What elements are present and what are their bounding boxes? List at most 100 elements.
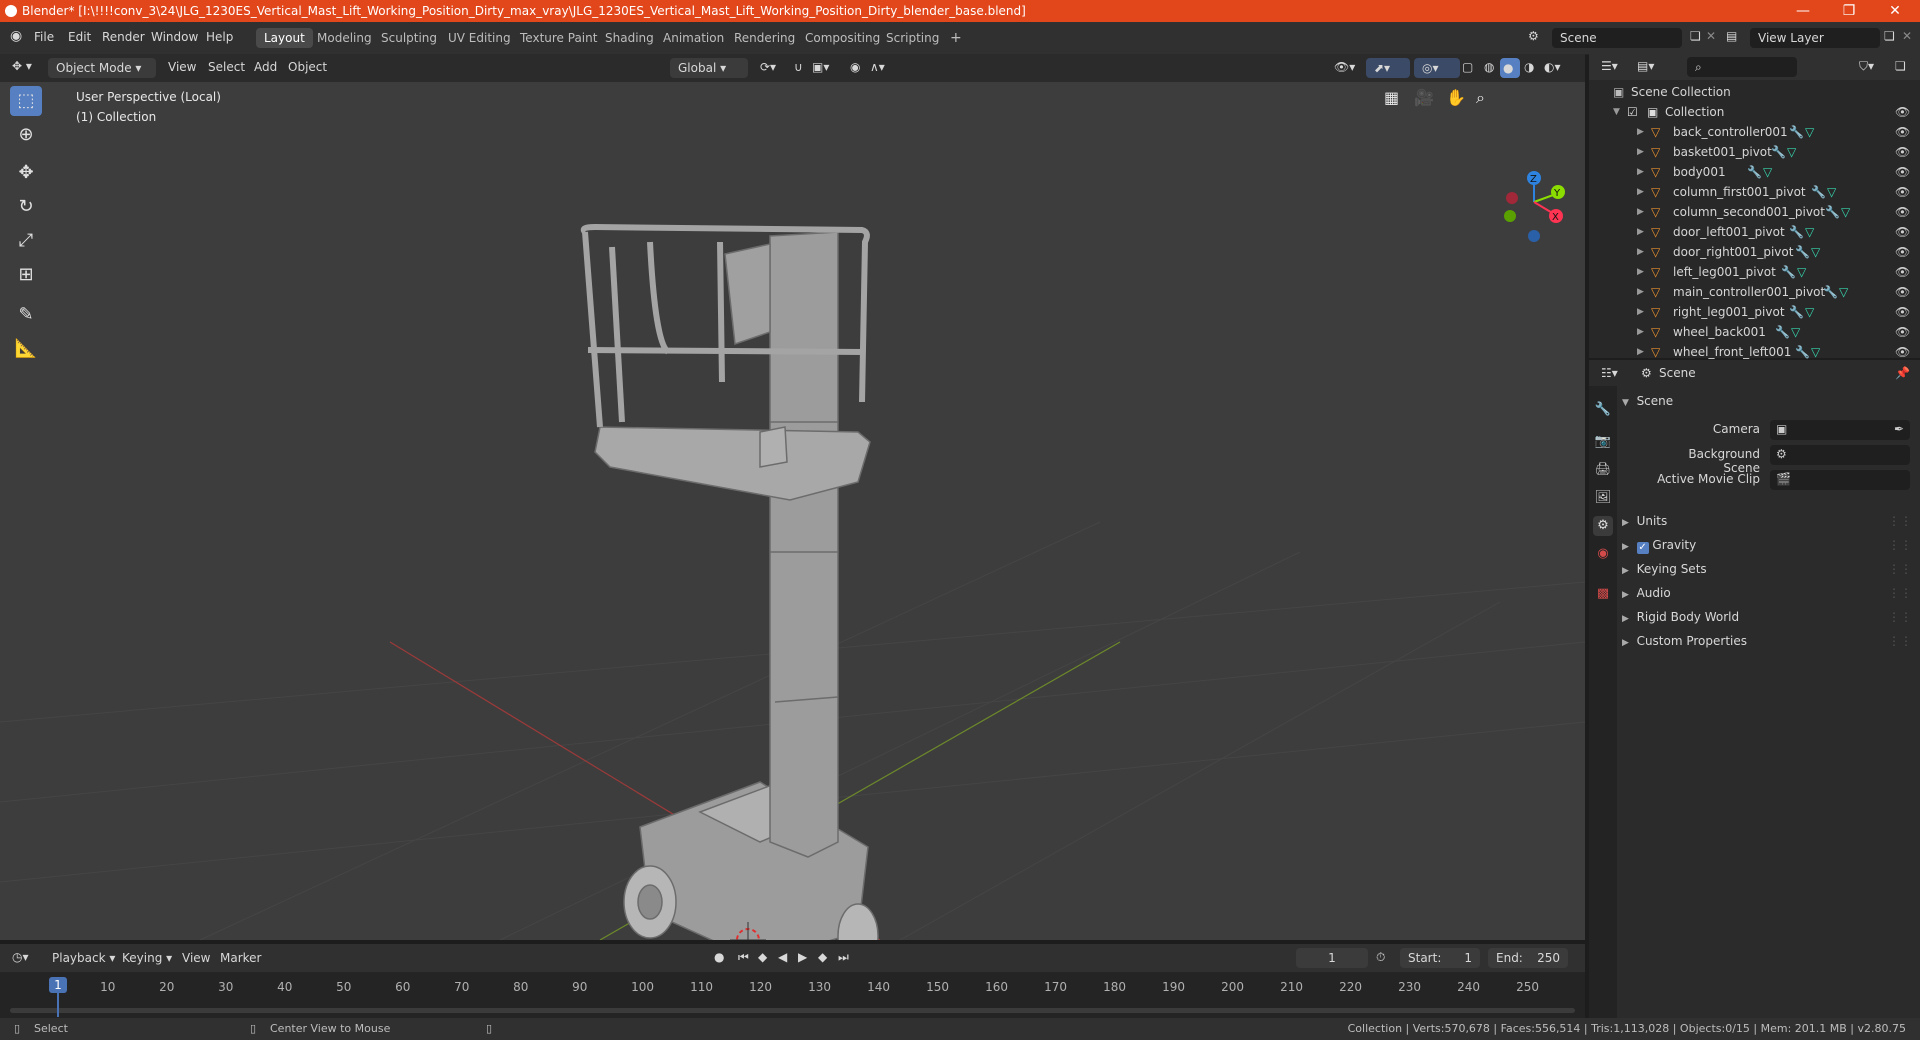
gravity-checkbox[interactable]: ✓ [1636, 542, 1649, 554]
outliner-row-object[interactable]: ▶ ▽ basket001_pivot 🔧 ▽ 👁 [1589, 142, 1920, 162]
scene-selector[interactable]: Scene [1552, 28, 1682, 48]
modifier-wrench-icon[interactable]: 🔧 [1789, 222, 1804, 242]
drag-handle-icon[interactable]: ⋮⋮ [1888, 510, 1912, 532]
editor-type-icon[interactable]: ✥ ▾ [12, 59, 32, 73]
scene-icon[interactable]: ⚙ [1528, 29, 1539, 43]
xray-icon[interactable]: ▢ [1462, 60, 1473, 74]
eyedropper-icon[interactable]: ✒ [1894, 422, 1904, 436]
camera-view-icon[interactable]: 🎥 [1414, 88, 1434, 107]
pan-hand-icon[interactable]: ✋ [1446, 88, 1466, 107]
panel-section-audio[interactable]: ▶ Audio ⋮⋮ [1622, 582, 1920, 604]
render-tab-icon[interactable]: 📷 [1593, 432, 1613, 452]
jump-start-icon[interactable]: ⏮ [738, 950, 749, 965]
scene-panel-header[interactable]: ▼ Scene [1622, 390, 1920, 412]
expand-icon[interactable]: ▶ [1637, 242, 1644, 262]
add-workspace-button[interactable]: + [942, 28, 970, 48]
active-movie-clip-field[interactable]: 🎬 [1770, 470, 1910, 490]
eye-icon[interactable]: 👁 [1895, 262, 1910, 282]
modifier-wrench-icon[interactable]: 🔧 [1823, 282, 1838, 302]
expand-icon[interactable]: ▶ [1637, 162, 1644, 182]
overlay-toggle-icon[interactable]: ◎▾ [1414, 58, 1460, 78]
measure-tool[interactable]: 📐 [10, 334, 42, 364]
view-layer-tab-icon[interactable]: 🖼 [1593, 488, 1613, 508]
mesh-data-icon[interactable]: ▽ [1811, 342, 1820, 362]
scale-tool[interactable]: ⤢ [10, 226, 42, 256]
mesh-data-icon[interactable]: ▽ [1805, 302, 1814, 322]
proportional-edit-icon[interactable]: ◉ [850, 60, 860, 74]
menu-render[interactable]: Render [102, 30, 145, 44]
gizmo-toggle-icon[interactable]: ⬈▾ [1366, 58, 1410, 78]
minimize-button[interactable]: — [1780, 0, 1826, 22]
eye-icon[interactable]: 👁 [1895, 222, 1910, 242]
wireframe-shading-icon[interactable]: ◍ [1484, 60, 1494, 74]
expand-icon[interactable]: ▶ [1637, 122, 1644, 142]
eye-icon[interactable]: 👁 [1895, 102, 1910, 122]
texture-tab-icon[interactable]: ▩ [1593, 584, 1613, 604]
select-box-tool[interactable]: ⬚ [10, 86, 42, 116]
new-collection-icon[interactable]: ❏ [1895, 59, 1906, 73]
navigation-gizmo[interactable]: Z Y X [1504, 171, 1565, 242]
eye-icon[interactable]: 👁 [1895, 242, 1910, 262]
tab-rendering[interactable]: Rendering [726, 28, 803, 48]
visibility-icon[interactable]: 👁▾ [1334, 60, 1355, 74]
outliner-row-object[interactable]: ▶ ▽ column_second001_pivot 🔧 ▽ 👁 [1589, 202, 1920, 222]
outliner-search-input[interactable]: ⌕ [1687, 57, 1797, 77]
tab-texture-paint[interactable]: Texture Paint [512, 28, 605, 48]
mesh-data-icon[interactable]: ▽ [1791, 322, 1800, 342]
mesh-data-icon[interactable]: ▽ [1841, 202, 1850, 222]
menu-window[interactable]: Window [151, 30, 198, 44]
stopwatch-icon[interactable]: ⏱ [1376, 950, 1385, 965]
eye-icon[interactable]: 👁 [1895, 202, 1910, 222]
transform-orientation-selector[interactable]: Global ▾ [670, 58, 748, 78]
modifier-wrench-icon[interactable]: 🔧 [1795, 242, 1810, 262]
tab-shading[interactable]: Shading [597, 28, 662, 48]
mesh-data-icon[interactable]: ▽ [1827, 182, 1836, 202]
next-keyframe-icon[interactable]: ◆ [818, 950, 827, 964]
properties-editor-icon[interactable]: ☷▾ [1601, 366, 1618, 380]
outliner-row-object[interactable]: ▶ ▽ main_controller001_pivot 🔧 ▽ 👁 [1589, 282, 1920, 302]
menu-file[interactable]: File [34, 30, 54, 44]
drag-handle-icon[interactable]: ⋮⋮ [1888, 558, 1912, 580]
end-frame-field[interactable]: End: 250 [1488, 948, 1568, 968]
menu-playback[interactable]: Playback ▾ [52, 951, 115, 965]
outliner-row-object[interactable]: ▶ ▽ wheel_front_left001 🔧 ▽ 👁 [1589, 342, 1920, 362]
outliner-row-object[interactable]: ▶ ▽ column_first001_pivot 🔧 ▽ 👁 [1589, 182, 1920, 202]
outliner-editor-icon[interactable]: ☰▾ [1601, 59, 1618, 73]
camera-field[interactable]: ▣ ✒ [1770, 420, 1910, 440]
drag-handle-icon[interactable]: ⋮⋮ [1888, 582, 1912, 604]
maximize-button[interactable]: ❐ [1826, 0, 1872, 22]
mesh-data-icon[interactable]: ▽ [1787, 142, 1796, 162]
mesh-data-icon[interactable]: ▽ [1839, 282, 1848, 302]
world-tab-icon[interactable]: ◉ [1593, 544, 1613, 564]
output-tab-icon[interactable]: 🖨 [1593, 460, 1613, 480]
mesh-data-icon[interactable]: ▽ [1763, 162, 1772, 182]
pivot-icon[interactable]: ⟳▾ [760, 60, 776, 74]
drag-handle-icon[interactable]: ⋮⋮ [1888, 630, 1912, 652]
outliner-row-object[interactable]: ▶ ▽ door_right001_pivot 🔧 ▽ 👁 [1589, 242, 1920, 262]
expand-icon[interactable]: ▶ [1637, 222, 1644, 242]
eye-icon[interactable]: 👁 [1895, 122, 1910, 142]
eye-icon[interactable]: 👁 [1895, 322, 1910, 342]
outliner-row-object[interactable]: ▶ ▽ back_controller001 🔧 ▽ 👁 [1589, 122, 1920, 142]
timeline-body[interactable] [0, 972, 1585, 1018]
start-frame-field[interactable]: Start: 1 [1400, 948, 1480, 968]
new-scene-icon[interactable]: ❏ [1690, 29, 1701, 43]
expand-icon[interactable]: ▶ [1637, 302, 1644, 322]
modifier-wrench-icon[interactable]: 🔧 [1747, 162, 1762, 182]
mesh-data-icon[interactable]: ▽ [1797, 262, 1806, 282]
outliner-row-object[interactable]: ▶ ▽ left_leg001_pivot 🔧 ▽ 👁 [1589, 262, 1920, 282]
modifier-wrench-icon[interactable]: 🔧 [1771, 142, 1786, 162]
outliner-row-collection[interactable]: ▼ ☑ ▣ Collection 👁 [1589, 102, 1920, 122]
snap-target-icon[interactable]: ▣▾ [812, 60, 829, 74]
expand-icon[interactable]: ▶ [1637, 262, 1644, 282]
mesh-data-icon[interactable]: ▽ [1805, 122, 1814, 142]
view-layer-icon[interactable]: ▤ [1726, 29, 1737, 43]
rotate-tool[interactable]: ↻ [10, 192, 42, 222]
outliner-row-object[interactable]: ▶ ▽ door_left001_pivot 🔧 ▽ 👁 [1589, 222, 1920, 242]
rendered-shading-icon[interactable]: ◐▾ [1544, 60, 1561, 74]
expand-icon[interactable]: ▶ [1637, 142, 1644, 162]
menu-keying[interactable]: Keying ▾ [122, 951, 172, 965]
menu-select[interactable]: Select [208, 60, 245, 74]
new-view-layer-icon[interactable]: ❏ [1884, 29, 1895, 43]
pin-icon[interactable]: 📌 [1895, 366, 1910, 380]
